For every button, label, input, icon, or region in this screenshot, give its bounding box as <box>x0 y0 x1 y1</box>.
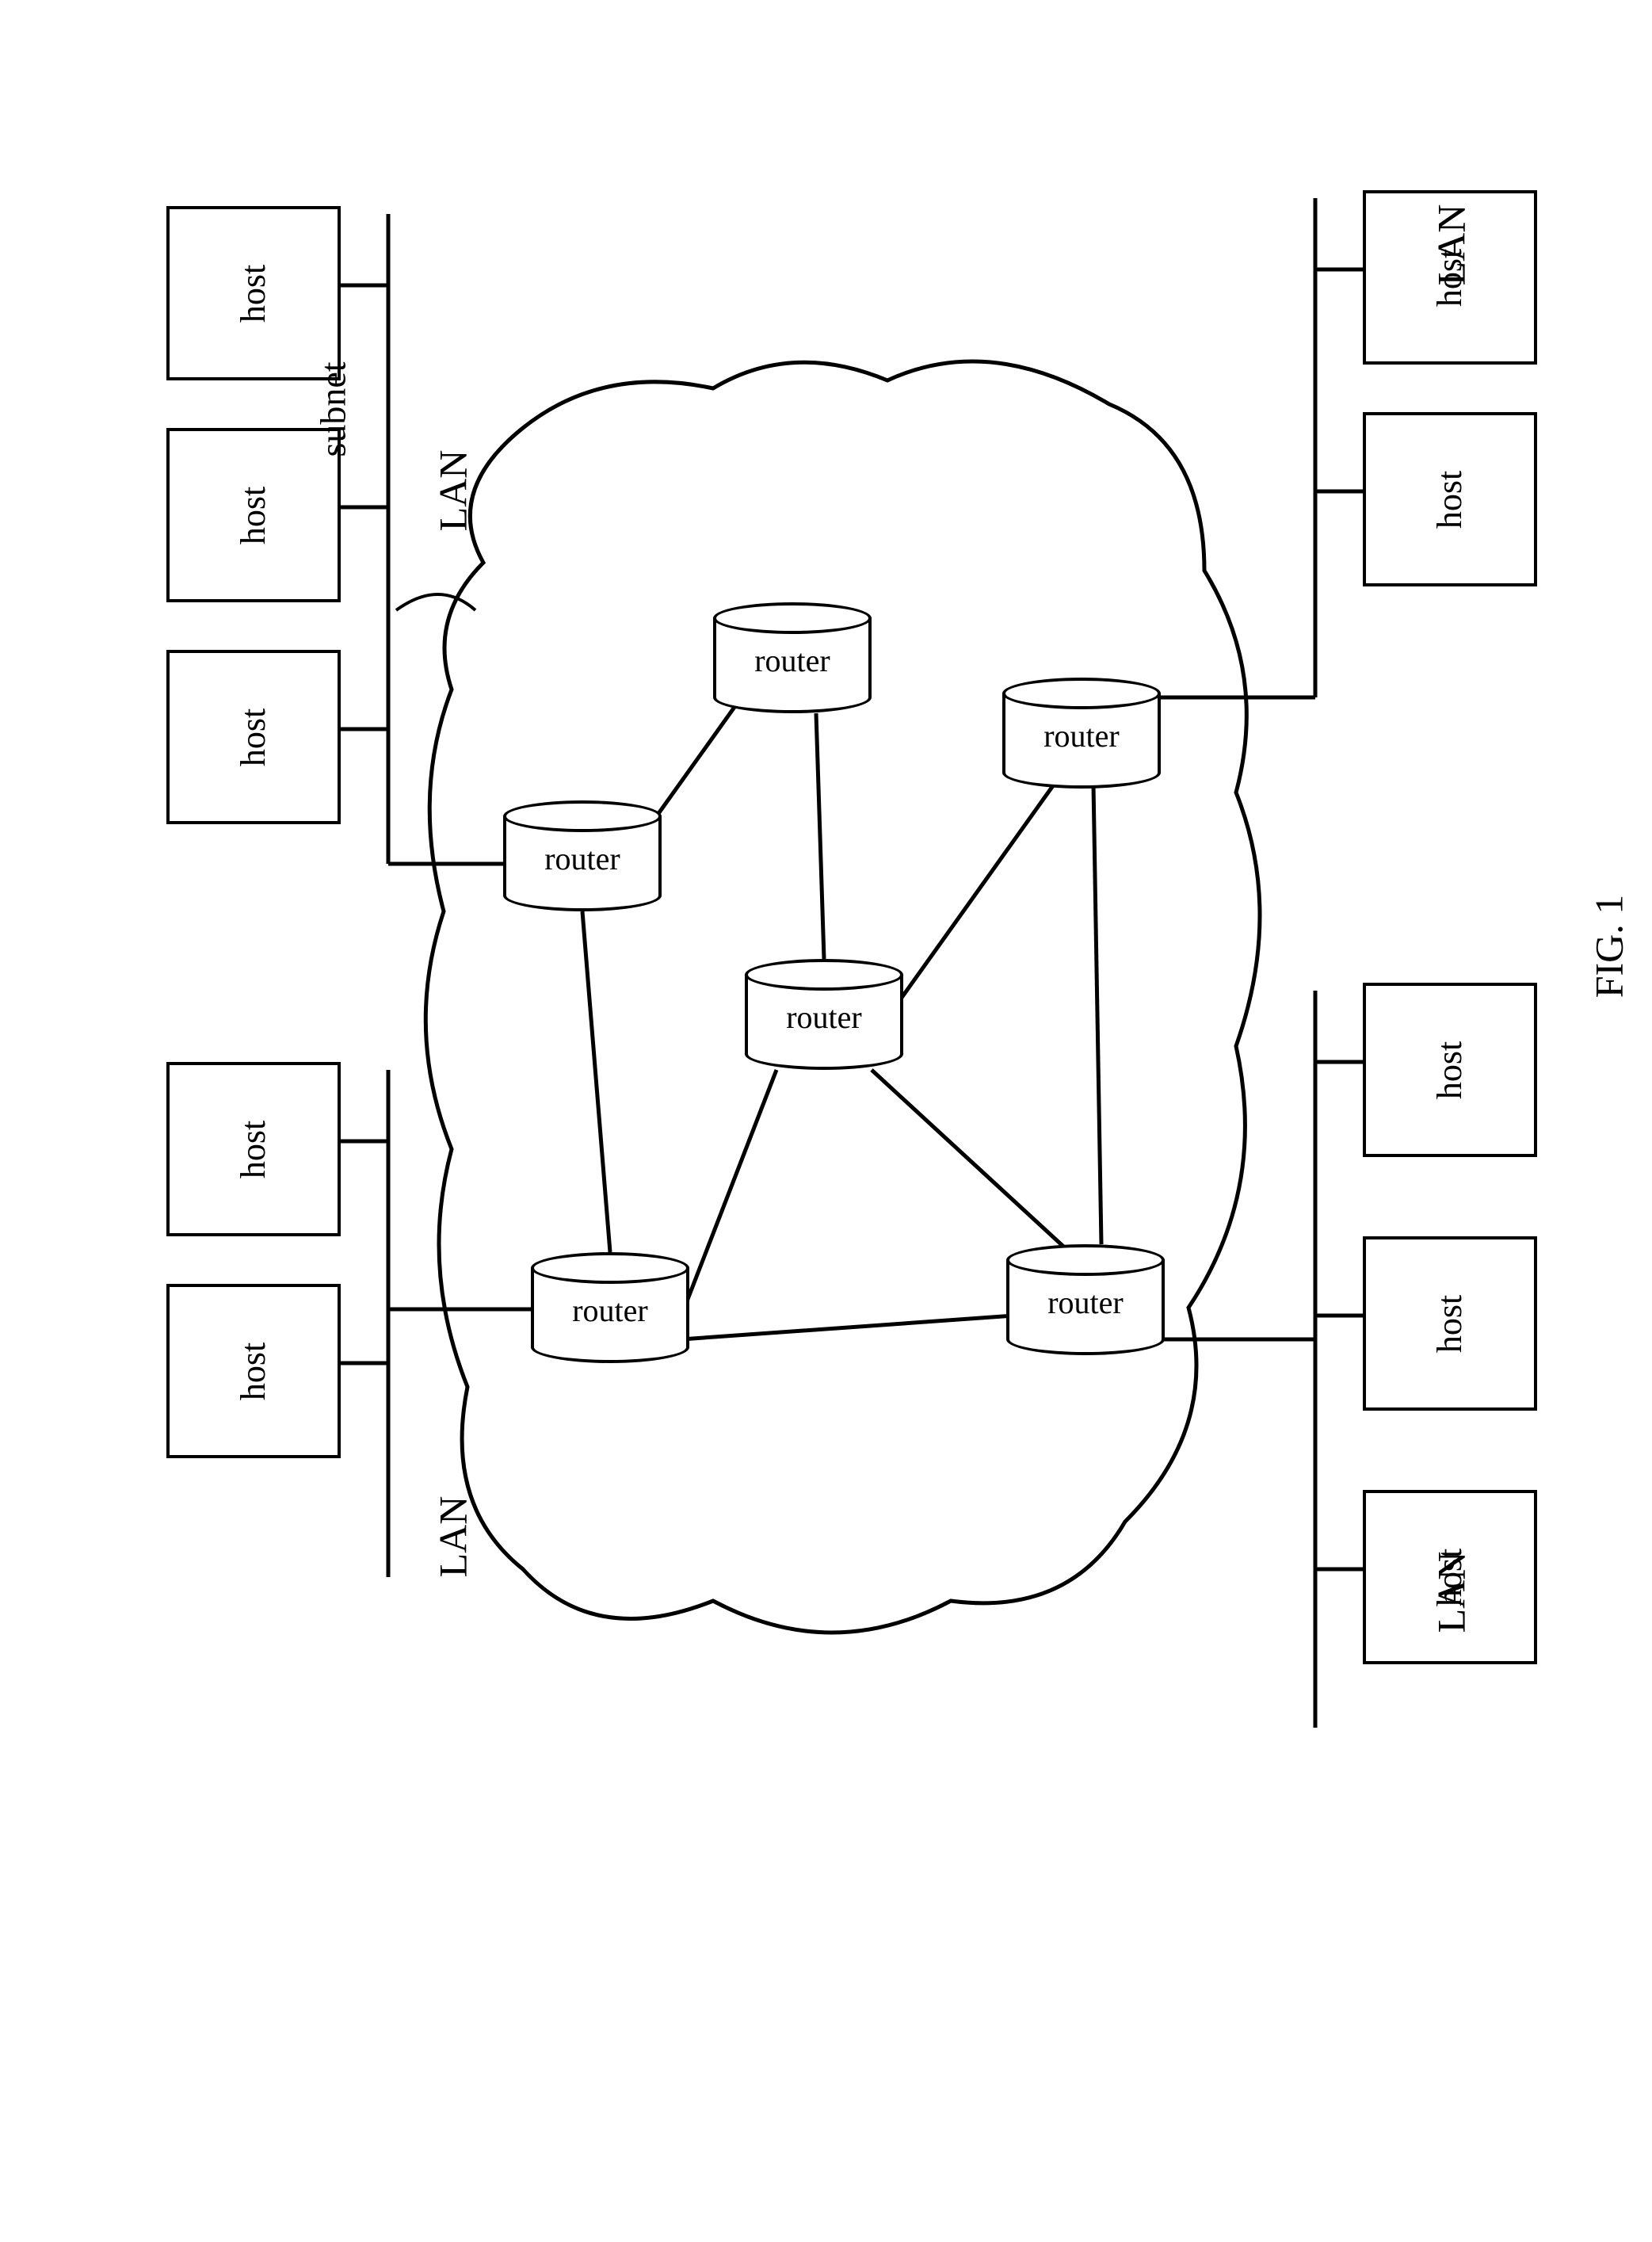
host-box: host <box>1363 412 1537 586</box>
host-box: host <box>1363 1236 1537 1411</box>
router-label: router <box>745 999 903 1036</box>
router: router <box>745 959 903 1070</box>
router: router <box>531 1252 689 1363</box>
host-label: host <box>233 486 273 544</box>
host-box: host <box>166 650 341 824</box>
router: router <box>713 602 872 713</box>
subnet-label: subnet <box>312 361 354 456</box>
router-label: router <box>531 1292 689 1329</box>
host-label: host <box>1429 470 1470 528</box>
router: router <box>503 800 662 911</box>
router-label: router <box>503 840 662 877</box>
router-label: router <box>1002 717 1161 754</box>
host-label: host <box>1429 1041 1470 1098</box>
router-label: router <box>1006 1284 1165 1321</box>
router-label: router <box>713 642 872 679</box>
lan-label: LAN <box>429 450 475 532</box>
host-box: host <box>1363 983 1537 1157</box>
host-label: host <box>233 1342 273 1400</box>
host-box: host <box>166 206 341 380</box>
host-label: host <box>1429 1294 1470 1352</box>
lan-label: LAN <box>429 1496 475 1578</box>
host-label: host <box>233 264 273 322</box>
lan-label: LAN <box>1428 1552 1474 1633</box>
host-label: host <box>233 708 273 766</box>
host-box: host <box>166 1284 341 1458</box>
host-box: host <box>166 1062 341 1236</box>
diagram-canvas: host host host host host host host host … <box>0 0 1652 2242</box>
lan-label: LAN <box>1428 204 1474 286</box>
router: router <box>1002 678 1161 789</box>
figure-caption: FIG. 1 <box>1585 895 1631 999</box>
host-label: host <box>233 1120 273 1178</box>
router: router <box>1006 1244 1165 1355</box>
